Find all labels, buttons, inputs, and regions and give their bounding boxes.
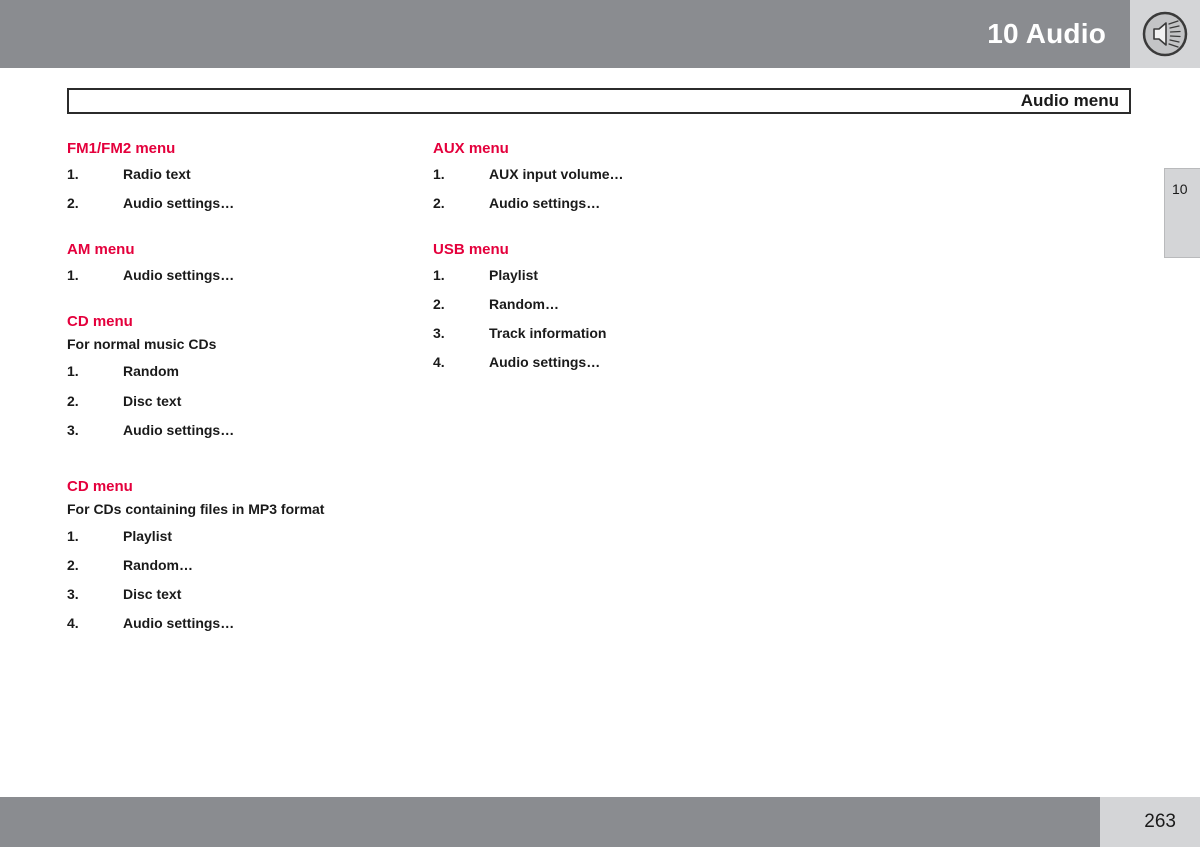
right-column: AUX menu 1. AUX input volume… 2. Audio setti… — [433, 140, 793, 371]
left-column: FM1/FM2 menu 1. Radio text 2. Audio settings… — [67, 140, 427, 671]
menu-item: 2. Disc text — [67, 393, 427, 409]
menu-item-label: Audio settings… — [489, 354, 601, 371]
menu-item-number: 4. — [67, 615, 79, 632]
menu-item: 1. AUX input volume… — [433, 166, 793, 182]
page-number: 263 — [1144, 811, 1176, 832]
page-header-bar: 10 Audio — [0, 0, 1130, 68]
menu-item: 1. Playlist — [433, 267, 793, 283]
chapter-side-tab: 10 — [1164, 168, 1200, 258]
menu-item-number: 1. — [67, 166, 79, 182]
menu-item-label: Random… — [489, 296, 559, 313]
menu-item-number: 2. — [433, 296, 445, 313]
menu-item-label: Disc text — [123, 392, 182, 409]
menu-item-label: Playlist — [123, 527, 173, 544]
chapter-side-tab-number: 10 — [1172, 181, 1188, 197]
menu-item: 1. Radio text — [67, 166, 427, 182]
menu-block: CD menu For normal music CDs 1. Random 2. Dis… — [67, 313, 427, 437]
menu-item-number: 3. — [67, 421, 79, 438]
menu-item-number: 2. — [433, 195, 445, 212]
menu-item-number: 1. — [433, 267, 445, 284]
menu-item-label: Track information — [489, 325, 607, 342]
section-title: Audio menu — [1020, 91, 1119, 110]
menu-item-number: 1. — [67, 527, 79, 544]
menu-block: AM menu 1. Audio settings… — [67, 241, 427, 283]
menu-block: USB menu 1. Playlist 2. Random… 3. Track infor… — [433, 241, 793, 370]
header-icon-panel — [1130, 0, 1200, 68]
menu-item: 2. Audio settings… — [433, 195, 793, 211]
menu-item-number: 2. — [67, 557, 79, 574]
menu-item-number: 2. — [67, 392, 79, 409]
menu-item-label: Audio settings… — [123, 195, 235, 212]
menu-item: 2. Random… — [433, 296, 793, 312]
menu-item: 3. Track information — [433, 325, 793, 341]
page-number-panel: 263 — [1100, 797, 1200, 847]
menu-item-number: 3. — [433, 325, 445, 342]
menu-block: FM1/FM2 menu 1. Radio text 2. Audio settings… — [67, 140, 427, 211]
menu-item-label: Random… — [123, 557, 193, 574]
menu-item-number: 4. — [433, 354, 445, 371]
menu-item-label: Random — [123, 363, 179, 380]
speaker-sound-icon — [1142, 11, 1188, 57]
menu-item-number: 1. — [67, 363, 79, 380]
menu-item: 1. Audio settings… — [67, 267, 427, 283]
menu-item-label: Audio settings… — [489, 195, 601, 212]
menu-block: AUX menu 1. AUX input volume… 2. Audio setti… — [433, 140, 793, 211]
menu-heading: FM1/FM2 menu — [67, 140, 176, 157]
menu-subtitle: For normal music CDs — [67, 336, 217, 353]
menu-item: 3. Disc text — [67, 586, 427, 602]
menu-item-label: Audio settings… — [123, 421, 235, 438]
menu-item-label: Audio settings… — [123, 267, 235, 284]
menu-heading: CD menu — [67, 313, 133, 331]
menu-heading: CD menu — [67, 477, 133, 495]
section-title-box: Audio menu — [67, 88, 1131, 114]
menu-item: 4. Audio settings… — [67, 615, 427, 631]
menu-item-label: Disc text — [123, 586, 182, 603]
menu-item: 2. Audio settings… — [67, 195, 427, 211]
menu-item: 4. Audio settings… — [433, 354, 793, 370]
chapter-title: 10 Audio — [987, 18, 1106, 49]
menu-item: 1. Playlist — [67, 528, 427, 544]
menu-item: 2. Random… — [67, 557, 427, 573]
menu-heading: USB menu — [433, 241, 509, 259]
menu-item: 3. Audio settings… — [67, 422, 427, 438]
menu-item-label: Playlist — [489, 267, 539, 284]
menu-item-label: Radio text — [123, 166, 191, 182]
menu-block: CD menu For CDs containing files in MP3 f… — [67, 478, 427, 632]
menu-item-number: 3. — [67, 586, 79, 603]
menu-item-number: 2. — [67, 195, 79, 212]
menu-heading: AUX menu — [433, 140, 509, 157]
menu-item: 1. Random — [67, 363, 427, 379]
page-footer-bar — [0, 797, 1100, 847]
menu-item-label: Audio settings… — [123, 615, 235, 632]
menu-subtitle: For CDs containing files in MP3 format — [67, 500, 325, 517]
menu-item-number: 1. — [433, 166, 445, 182]
menu-heading: AM menu — [67, 241, 135, 259]
menu-item-label: AUX input volume… — [489, 166, 624, 182]
menu-item-number: 1. — [67, 267, 79, 284]
